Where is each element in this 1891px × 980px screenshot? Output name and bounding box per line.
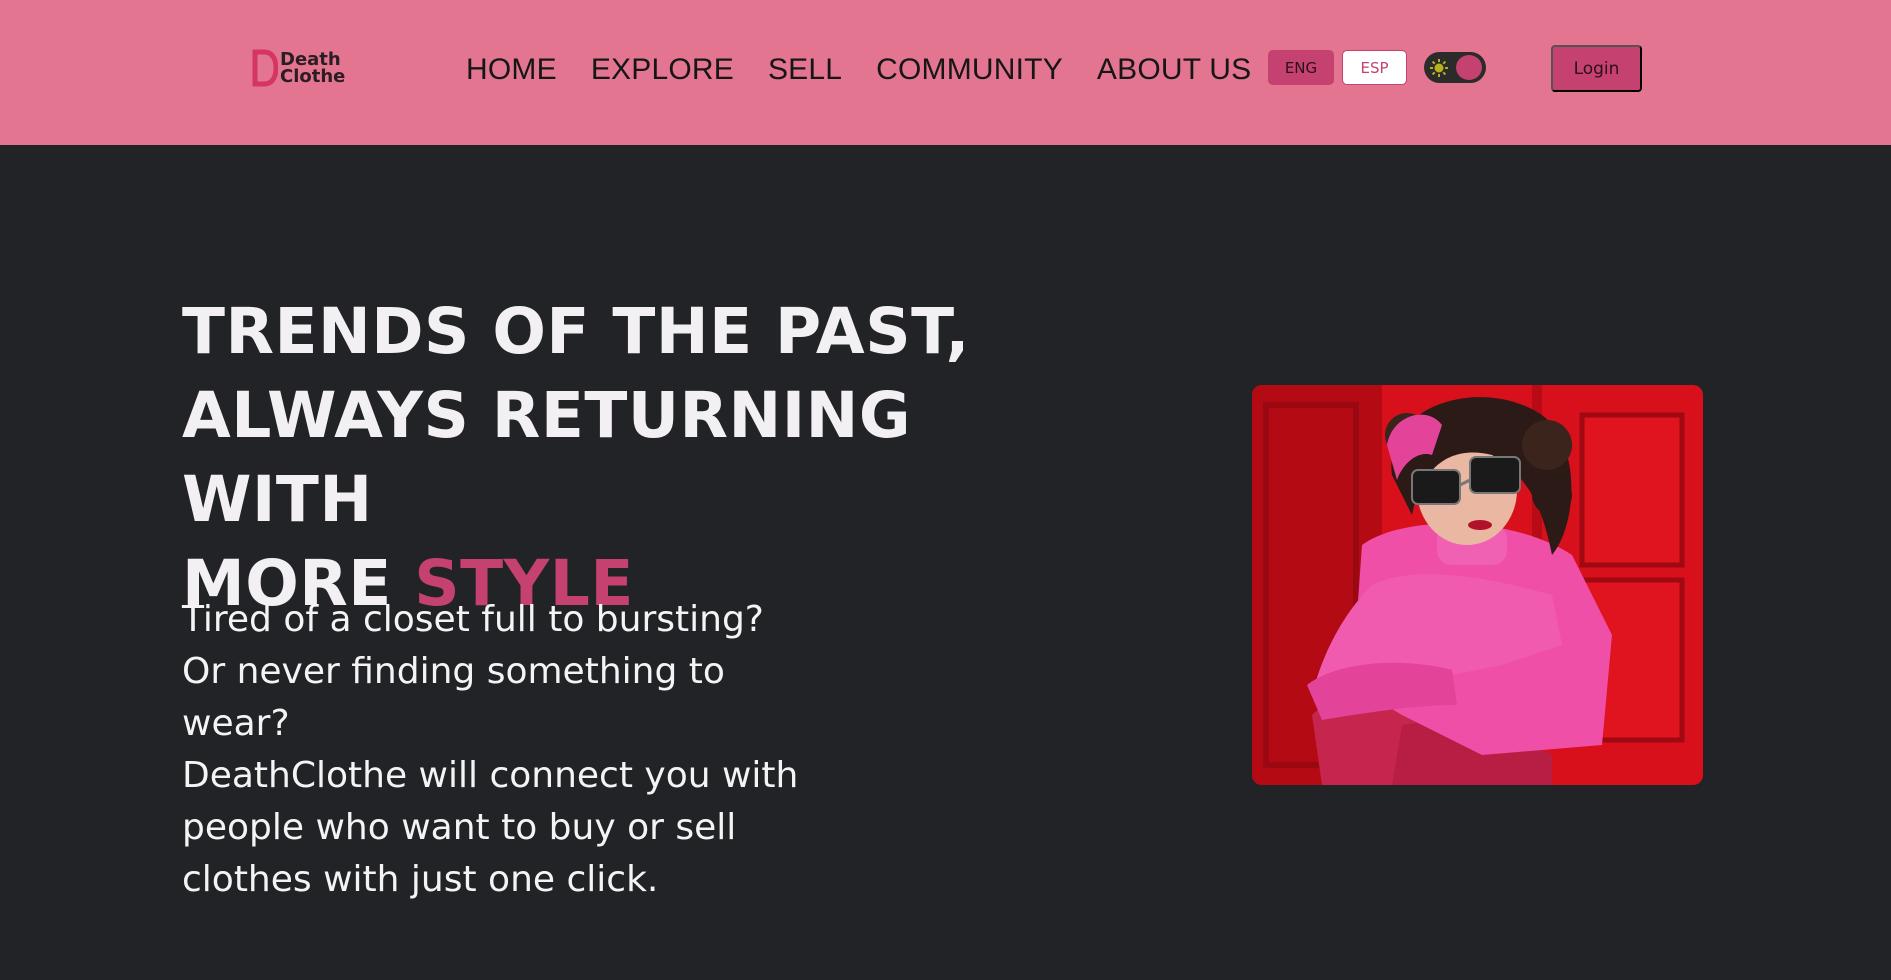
language-esp-button[interactable]: ESP <box>1342 50 1407 85</box>
headline-line-2: ALWAYS RETURNING WITH <box>182 379 912 536</box>
nav-item-sell[interactable]: SELL <box>768 50 842 90</box>
hero-headline: TRENDS OF THE PAST, ALWAYS RETURNING WIT… <box>182 290 1102 626</box>
nav-item-home[interactable]: HOME <box>466 50 557 90</box>
brand-name: Death Clothe <box>280 51 346 87</box>
nav-item-explore[interactable]: EXPLORE <box>591 50 734 90</box>
main-nav: HOME EXPLORE SELL COMMUNITY ABOUT US <box>466 50 1285 90</box>
theme-toggle[interactable] <box>1424 52 1486 83</box>
hero-photo <box>1252 385 1703 785</box>
brand-logo[interactable]: Death Clothe <box>252 48 362 88</box>
sun-icon <box>1429 58 1449 78</box>
d-logo-mark-icon <box>252 49 278 87</box>
intro-paragraph-2: DeathClothe will connect you with people… <box>182 755 799 900</box>
brand-name-line2: Clothe <box>280 66 346 87</box>
intro-paragraph-1: Tired of a closet full to bursting? Or n… <box>182 599 764 744</box>
top-navigation-bar: Death Clothe HOME EXPLORE SELL COMMUNITY… <box>0 0 1891 145</box>
nav-item-about-us[interactable]: ABOUT US <box>1097 50 1251 90</box>
hero-intro-text: Tired of a closet full to bursting? Or n… <box>182 594 802 906</box>
language-eng-button[interactable]: ENG <box>1268 50 1334 85</box>
nav-item-community[interactable]: COMMUNITY <box>876 50 1063 90</box>
headline-line-1: TRENDS OF THE PAST, <box>182 295 970 368</box>
toggle-knob <box>1456 55 1482 80</box>
login-button[interactable]: Login <box>1551 45 1642 92</box>
